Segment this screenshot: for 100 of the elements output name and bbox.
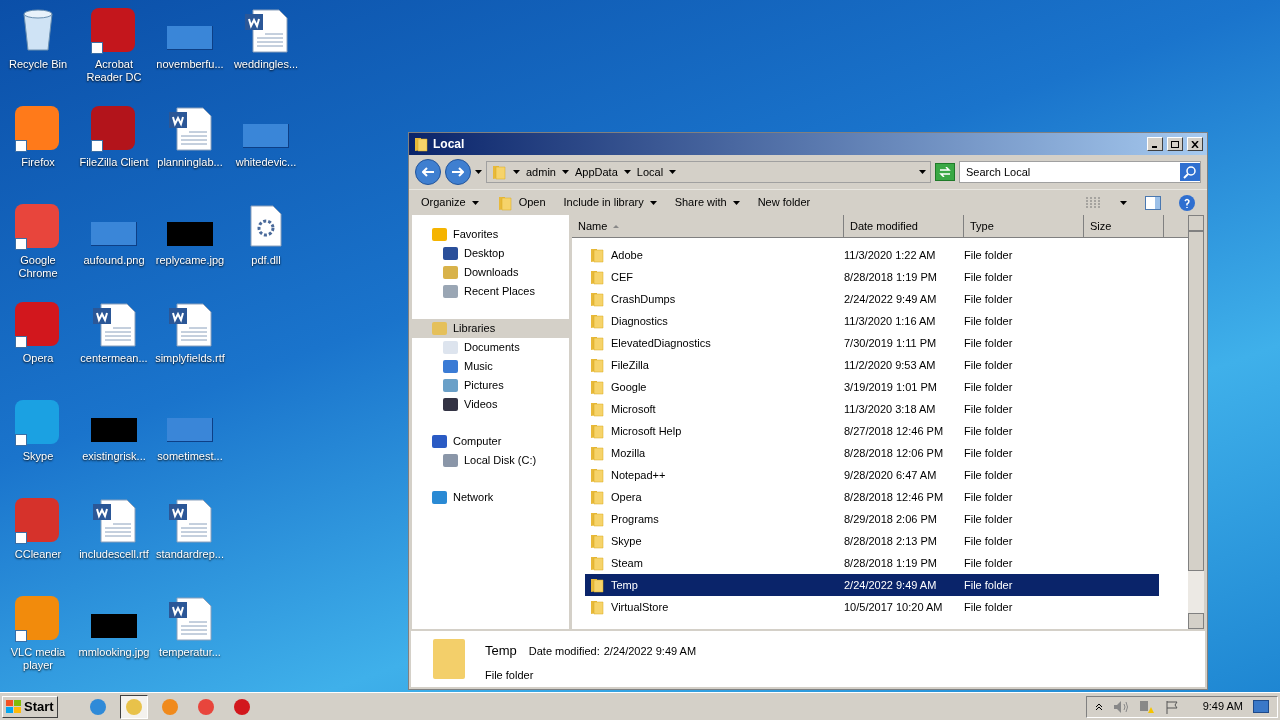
nav-item[interactable]: Documents: [412, 338, 569, 357]
network-icon: [432, 491, 447, 504]
column-header[interactable]: Size: [1084, 215, 1164, 237]
toolbar-button[interactable]: Share with: [674, 194, 740, 211]
file-row[interactable]: Steam 8/28/2018 1:19 PM File folder: [585, 552, 1159, 574]
flag-icon[interactable]: [1164, 699, 1179, 714]
file-name: Temp: [611, 577, 638, 593]
column-header[interactable]: Date modified: [844, 215, 964, 237]
file-date: 8/28/2018 1:19 PM: [844, 269, 938, 285]
file-name: Adobe: [611, 247, 643, 263]
file-row[interactable]: Adobe 11/3/2020 1:22 AM File folder: [585, 244, 1159, 266]
file-row[interactable]: VirtualStore 10/5/2017 10:20 AM File folder: [585, 596, 1159, 618]
file-row[interactable]: CrashDumps 2/24/2022 9:49 AM File folder: [585, 288, 1159, 310]
desktop-icon-label[interactable]: replycame.jpg: [154, 254, 226, 267]
column-header[interactable]: Name: [572, 215, 844, 237]
folder-icon: [433, 639, 465, 679]
downloads-icon: [443, 266, 458, 279]
nav-item[interactable]: Computer: [412, 432, 569, 451]
file-row[interactable]: Google 3/19/2019 1:01 PM File folder: [585, 376, 1159, 398]
back-button[interactable]: [415, 159, 441, 185]
file-row[interactable]: CEF 8/28/2018 1:19 PM File folder: [585, 266, 1159, 288]
nav-item[interactable]: Desktop: [412, 244, 569, 263]
desktop-icon-label[interactable]: sometimest...: [156, 450, 224, 463]
file-row[interactable]: ElevatedDiagnostics 7/30/2019 1:11 PM File folder: [585, 332, 1159, 354]
file-row[interactable]: Temp 2/24/2022 9:49 AM File folder: [585, 574, 1159, 596]
toolbar-button[interactable]: Include in library: [563, 194, 657, 211]
file-name: VirtualStore: [611, 599, 669, 615]
details-date-label: Date modified:: [528, 644, 600, 659]
app-icon: [91, 106, 137, 152]
file-type: File folder: [964, 599, 1014, 615]
search-field[interactable]: Search Local: [959, 161, 1201, 183]
breadcrumb-item[interactable]: admin: [526, 163, 556, 181]
nav-item[interactable]: Favorites: [412, 225, 569, 244]
chevron-up-icon[interactable]: [1094, 702, 1103, 711]
desktop-icon-label[interactable]: FileZilla Client: [78, 156, 150, 169]
breadcrumb-item[interactable]: Local: [636, 163, 664, 181]
vertical-scrollbar[interactable]: [1188, 215, 1204, 629]
toolbar-button[interactable]: New folder: [757, 194, 811, 211]
preview-pane-icon[interactable]: [1145, 195, 1161, 210]
taskbar-app-button[interactable]: [119, 694, 148, 719]
clock[interactable]: 9:49 AM: [1202, 698, 1243, 715]
file-date: 2/24/2022 9:49 AM: [844, 577, 938, 593]
desktop-icon-label[interactable]: Opera: [21, 352, 55, 365]
nav-item[interactable]: Pictures: [412, 376, 569, 395]
desktop-icon-label[interactable]: pdf.dll: [250, 254, 282, 267]
desktop-icon-label[interactable]: includescell.rtf: [78, 548, 150, 561]
desktop-icon-label[interactable]: aufound.png: [82, 254, 146, 267]
file-type: File folder: [964, 401, 1014, 417]
desktop-icon-label[interactable]: Google Chrome: [0, 254, 76, 280]
folder-icon: [589, 335, 605, 351]
desktop-icon-label[interactable]: Skype: [21, 450, 55, 463]
file-date: 8/28/2018 1:19 PM: [844, 555, 938, 571]
minimize-button[interactable]: [1147, 137, 1163, 151]
nav-item[interactable]: Local Disk (C:): [412, 451, 569, 470]
desktop-icon-label[interactable]: CCleaner: [13, 548, 63, 561]
desktop-icon-label[interactable]: whitedevic...: [234, 156, 298, 169]
file-name: Microsoft Help: [611, 423, 682, 439]
show-desktop-icon[interactable]: [1253, 699, 1269, 714]
file-row[interactable]: Notepad++ 9/28/2020 6:47 AM File folder: [585, 464, 1159, 486]
breadcrumb-item[interactable]: AppData: [574, 163, 618, 181]
desktop-icon-label[interactable]: weddingles...: [232, 58, 300, 71]
nav-item[interactable]: Libraries: [412, 319, 569, 338]
folder-icon: [589, 555, 605, 571]
maximize-button[interactable]: [1167, 137, 1183, 151]
help-icon[interactable]: [1179, 194, 1195, 211]
nav-item[interactable]: Downloads: [412, 263, 569, 282]
file-row[interactable]: FileZilla 11/2/2020 9:53 AM File folder: [585, 354, 1159, 376]
column-header[interactable]: Type: [964, 215, 1084, 237]
desktop-icon-label[interactable]: existingrisk...: [81, 450, 147, 463]
forward-button[interactable]: [445, 159, 471, 185]
close-button[interactable]: [1187, 137, 1203, 151]
file-row[interactable]: Mozilla 8/28/2018 12:06 PM File folder: [585, 442, 1159, 464]
nav-item[interactable]: Videos: [412, 395, 569, 414]
maximize-icon: [1171, 140, 1179, 148]
start-button[interactable]: Start: [2, 695, 58, 718]
search-input[interactable]: Search Local: [960, 163, 1180, 181]
file-row[interactable]: Programs 8/29/2018 2:06 PM File folder: [585, 508, 1159, 530]
word-document-icon: [243, 8, 289, 54]
folder-icon: [589, 401, 605, 417]
file-row[interactable]: Diagnostics 11/3/2020 1:16 AM File folder: [585, 310, 1159, 332]
nav-item[interactable]: Network: [412, 488, 569, 507]
file-row[interactable]: Microsoft 11/3/2020 3:18 AM File folder: [585, 398, 1159, 420]
toolbar-button[interactable]: Open: [496, 194, 546, 211]
desktop-icon-label[interactable]: simplyfields.rtf: [154, 352, 226, 365]
desktop-icon-label[interactable]: Recycle Bin: [7, 58, 69, 71]
nav-item[interactable]: Recent Places: [412, 282, 569, 301]
toolbar-button[interactable]: Organize: [421, 194, 479, 211]
address-bar[interactable]: admin AppData Local: [486, 161, 931, 183]
nav-item[interactable]: Music: [412, 357, 569, 376]
desktop-icon-label[interactable]: Acrobat Reader DC: [76, 58, 152, 84]
desktop-icon-label[interactable]: novemberfu...: [155, 58, 225, 71]
desktop-icon-label[interactable]: planninglab...: [156, 156, 224, 169]
refresh-button[interactable]: [935, 163, 955, 181]
file-row[interactable]: Opera 8/28/2018 12:46 PM File folder: [585, 486, 1159, 508]
desktop-icon-label[interactable]: centermean...: [79, 352, 149, 365]
folder-icon: [589, 577, 605, 593]
image-thumbnail: [91, 222, 137, 246]
file-row[interactable]: Skype 8/28/2018 2:13 PM File folder: [585, 530, 1159, 552]
file-row[interactable]: Microsoft Help 8/27/2018 12:46 PM File folder: [585, 420, 1159, 442]
desktop-icon-label[interactable]: Firefox: [20, 156, 56, 169]
